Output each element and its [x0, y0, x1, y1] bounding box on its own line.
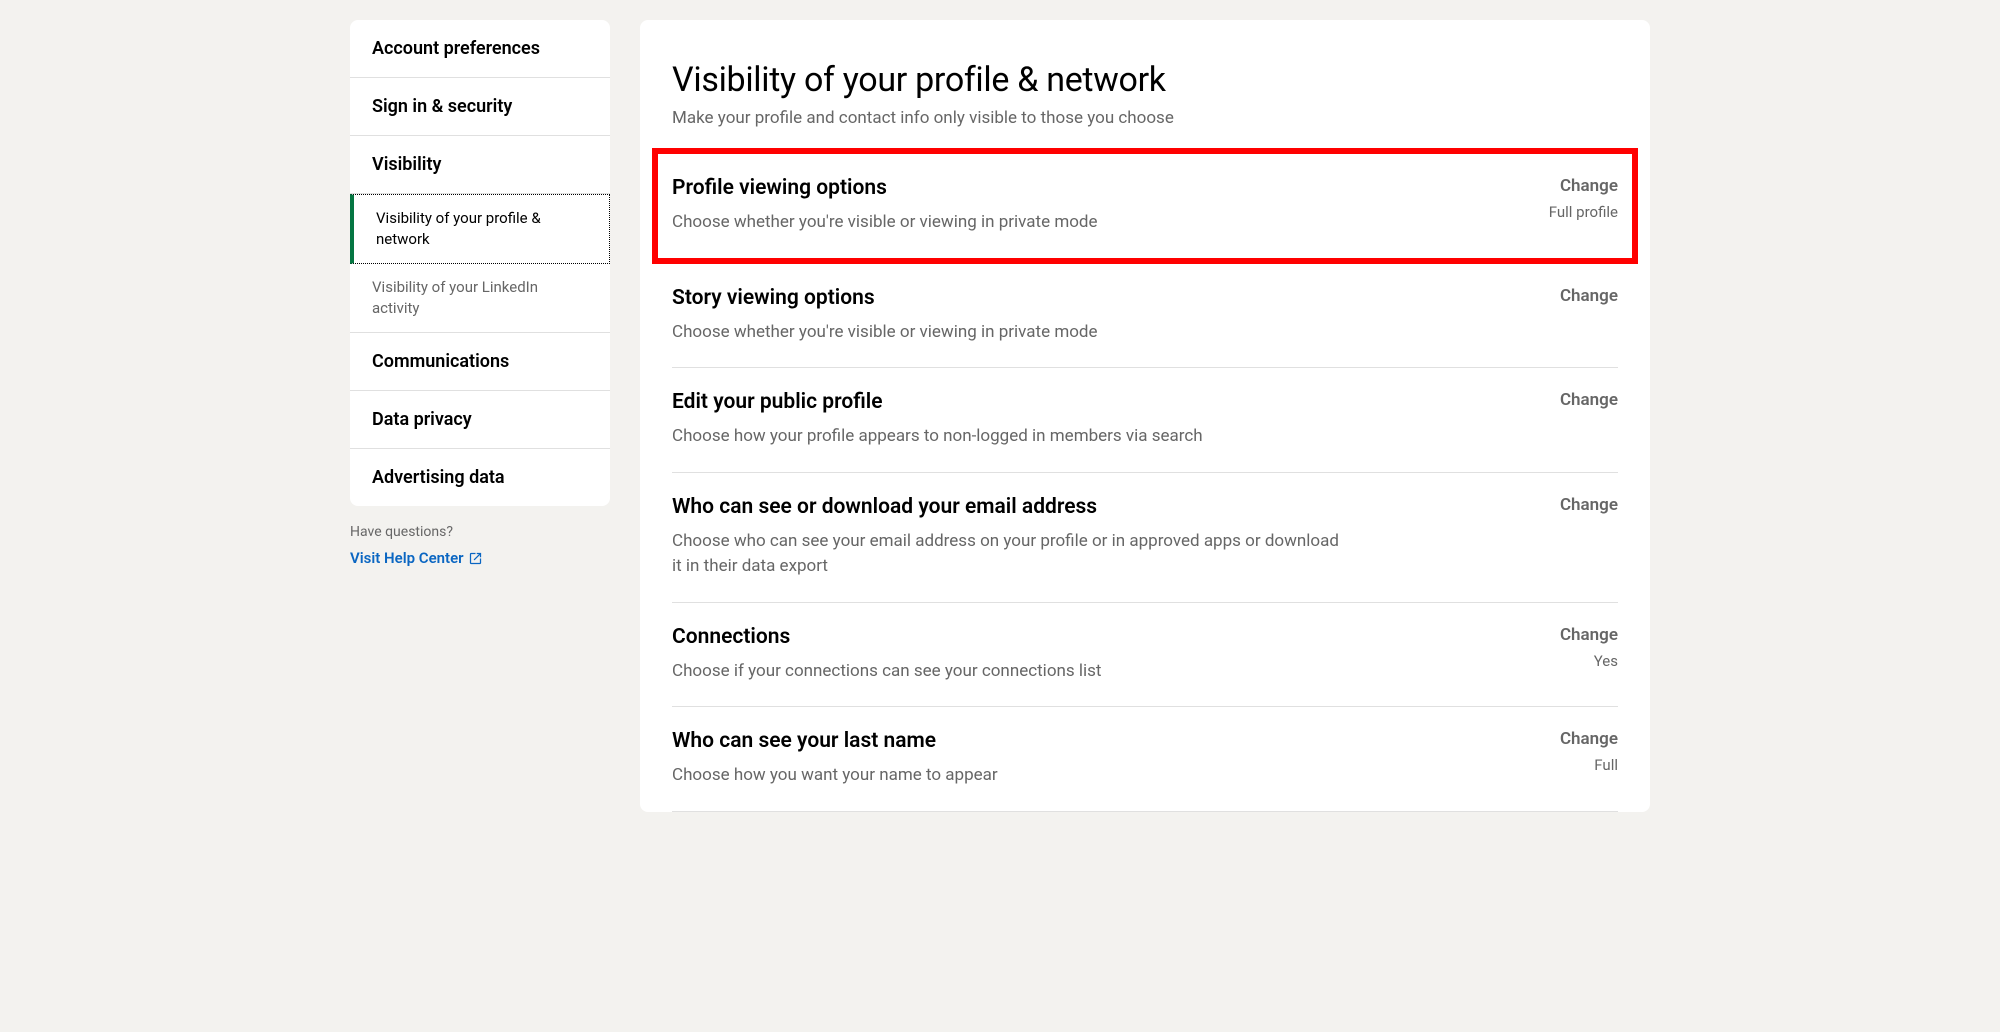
help-center-link[interactable]: Visit Help Center: [350, 549, 483, 567]
sidebar-item-communications[interactable]: Communications: [350, 333, 610, 391]
setting-right: Change: [1518, 390, 1618, 416]
setting-right: Change: [1518, 495, 1618, 521]
setting-desc: Choose whether you're visible or viewing…: [672, 210, 1352, 236]
setting-title: Profile viewing options: [672, 176, 1478, 200]
status-value: Full: [1594, 756, 1618, 774]
sidebar-sub-visibility-linkedin-activity[interactable]: Visibility of your LinkedIn activity: [350, 264, 610, 333]
setting-desc: Choose if your connections can see your …: [672, 659, 1352, 685]
main-content: Visibility of your profile & network Mak…: [640, 20, 1650, 812]
sidebar-item-sign-in-security[interactable]: Sign in & security: [350, 78, 610, 136]
status-value: Yes: [1594, 652, 1618, 670]
change-link[interactable]: Change: [1518, 495, 1618, 515]
setting-desc: Choose how you want your name to appear: [672, 763, 1352, 789]
setting-desc: Choose whether you're visible or viewing…: [672, 320, 1352, 346]
sidebar: Account preferences Sign in & security V…: [350, 20, 610, 812]
setting-connections[interactable]: Connections Choose if your connections c…: [672, 603, 1618, 708]
setting-left: Story viewing options Choose whether you…: [672, 286, 1518, 346]
setting-right: Change Full profile: [1518, 176, 1618, 221]
setting-last-name-visibility[interactable]: Who can see your last name Choose how yo…: [672, 707, 1618, 812]
change-link[interactable]: Change: [1518, 176, 1618, 196]
page-subtitle: Make your profile and contact info only …: [672, 108, 1618, 128]
setting-desc: Choose who can see your email address on…: [672, 529, 1352, 580]
setting-right: Change Yes: [1518, 625, 1618, 670]
setting-left: Who can see or download your email addre…: [672, 495, 1518, 580]
setting-left: Edit your public profile Choose how your…: [672, 390, 1518, 450]
sidebar-item-account-preferences[interactable]: Account preferences: [350, 20, 610, 78]
setting-edit-public-profile[interactable]: Edit your public profile Choose how your…: [672, 368, 1618, 473]
help-block: Have questions? Visit Help Center: [350, 506, 610, 567]
setting-left: Profile viewing options Choose whether y…: [672, 176, 1518, 236]
page-title: Visibility of your profile & network: [672, 60, 1618, 100]
status-value: Full profile: [1549, 203, 1618, 221]
setting-desc: Choose how your profile appears to non-l…: [672, 424, 1352, 450]
external-link-icon: [468, 551, 483, 566]
setting-title: Connections: [672, 625, 1478, 649]
sidebar-card: Account preferences Sign in & security V…: [350, 20, 610, 506]
setting-left: Who can see your last name Choose how yo…: [672, 729, 1518, 789]
sidebar-item-data-privacy[interactable]: Data privacy: [350, 391, 610, 449]
sidebar-sub-visibility-profile-network[interactable]: Visibility of your profile & network: [350, 194, 610, 264]
change-link[interactable]: Change: [1518, 729, 1618, 749]
change-link[interactable]: Change: [1518, 625, 1618, 645]
setting-title: Who can see or download your email addre…: [672, 495, 1478, 519]
setting-story-viewing-options[interactable]: Story viewing options Choose whether you…: [672, 264, 1618, 369]
setting-title: Story viewing options: [672, 286, 1478, 310]
setting-right: Change Full: [1518, 729, 1618, 774]
setting-email-address-visibility[interactable]: Who can see or download your email addre…: [672, 473, 1618, 603]
setting-profile-viewing-options[interactable]: Profile viewing options Choose whether y…: [652, 148, 1638, 264]
change-link[interactable]: Change: [1518, 390, 1618, 410]
help-center-link-label: Visit Help Center: [350, 549, 464, 567]
setting-title: Edit your public profile: [672, 390, 1478, 414]
sidebar-item-visibility[interactable]: Visibility: [350, 136, 610, 194]
setting-right: Change: [1518, 286, 1618, 312]
sidebar-item-advertising-data[interactable]: Advertising data: [350, 449, 610, 506]
setting-left: Connections Choose if your connections c…: [672, 625, 1518, 685]
change-link[interactable]: Change: [1518, 286, 1618, 306]
help-question-text: Have questions?: [350, 524, 610, 540]
setting-title: Who can see your last name: [672, 729, 1478, 753]
